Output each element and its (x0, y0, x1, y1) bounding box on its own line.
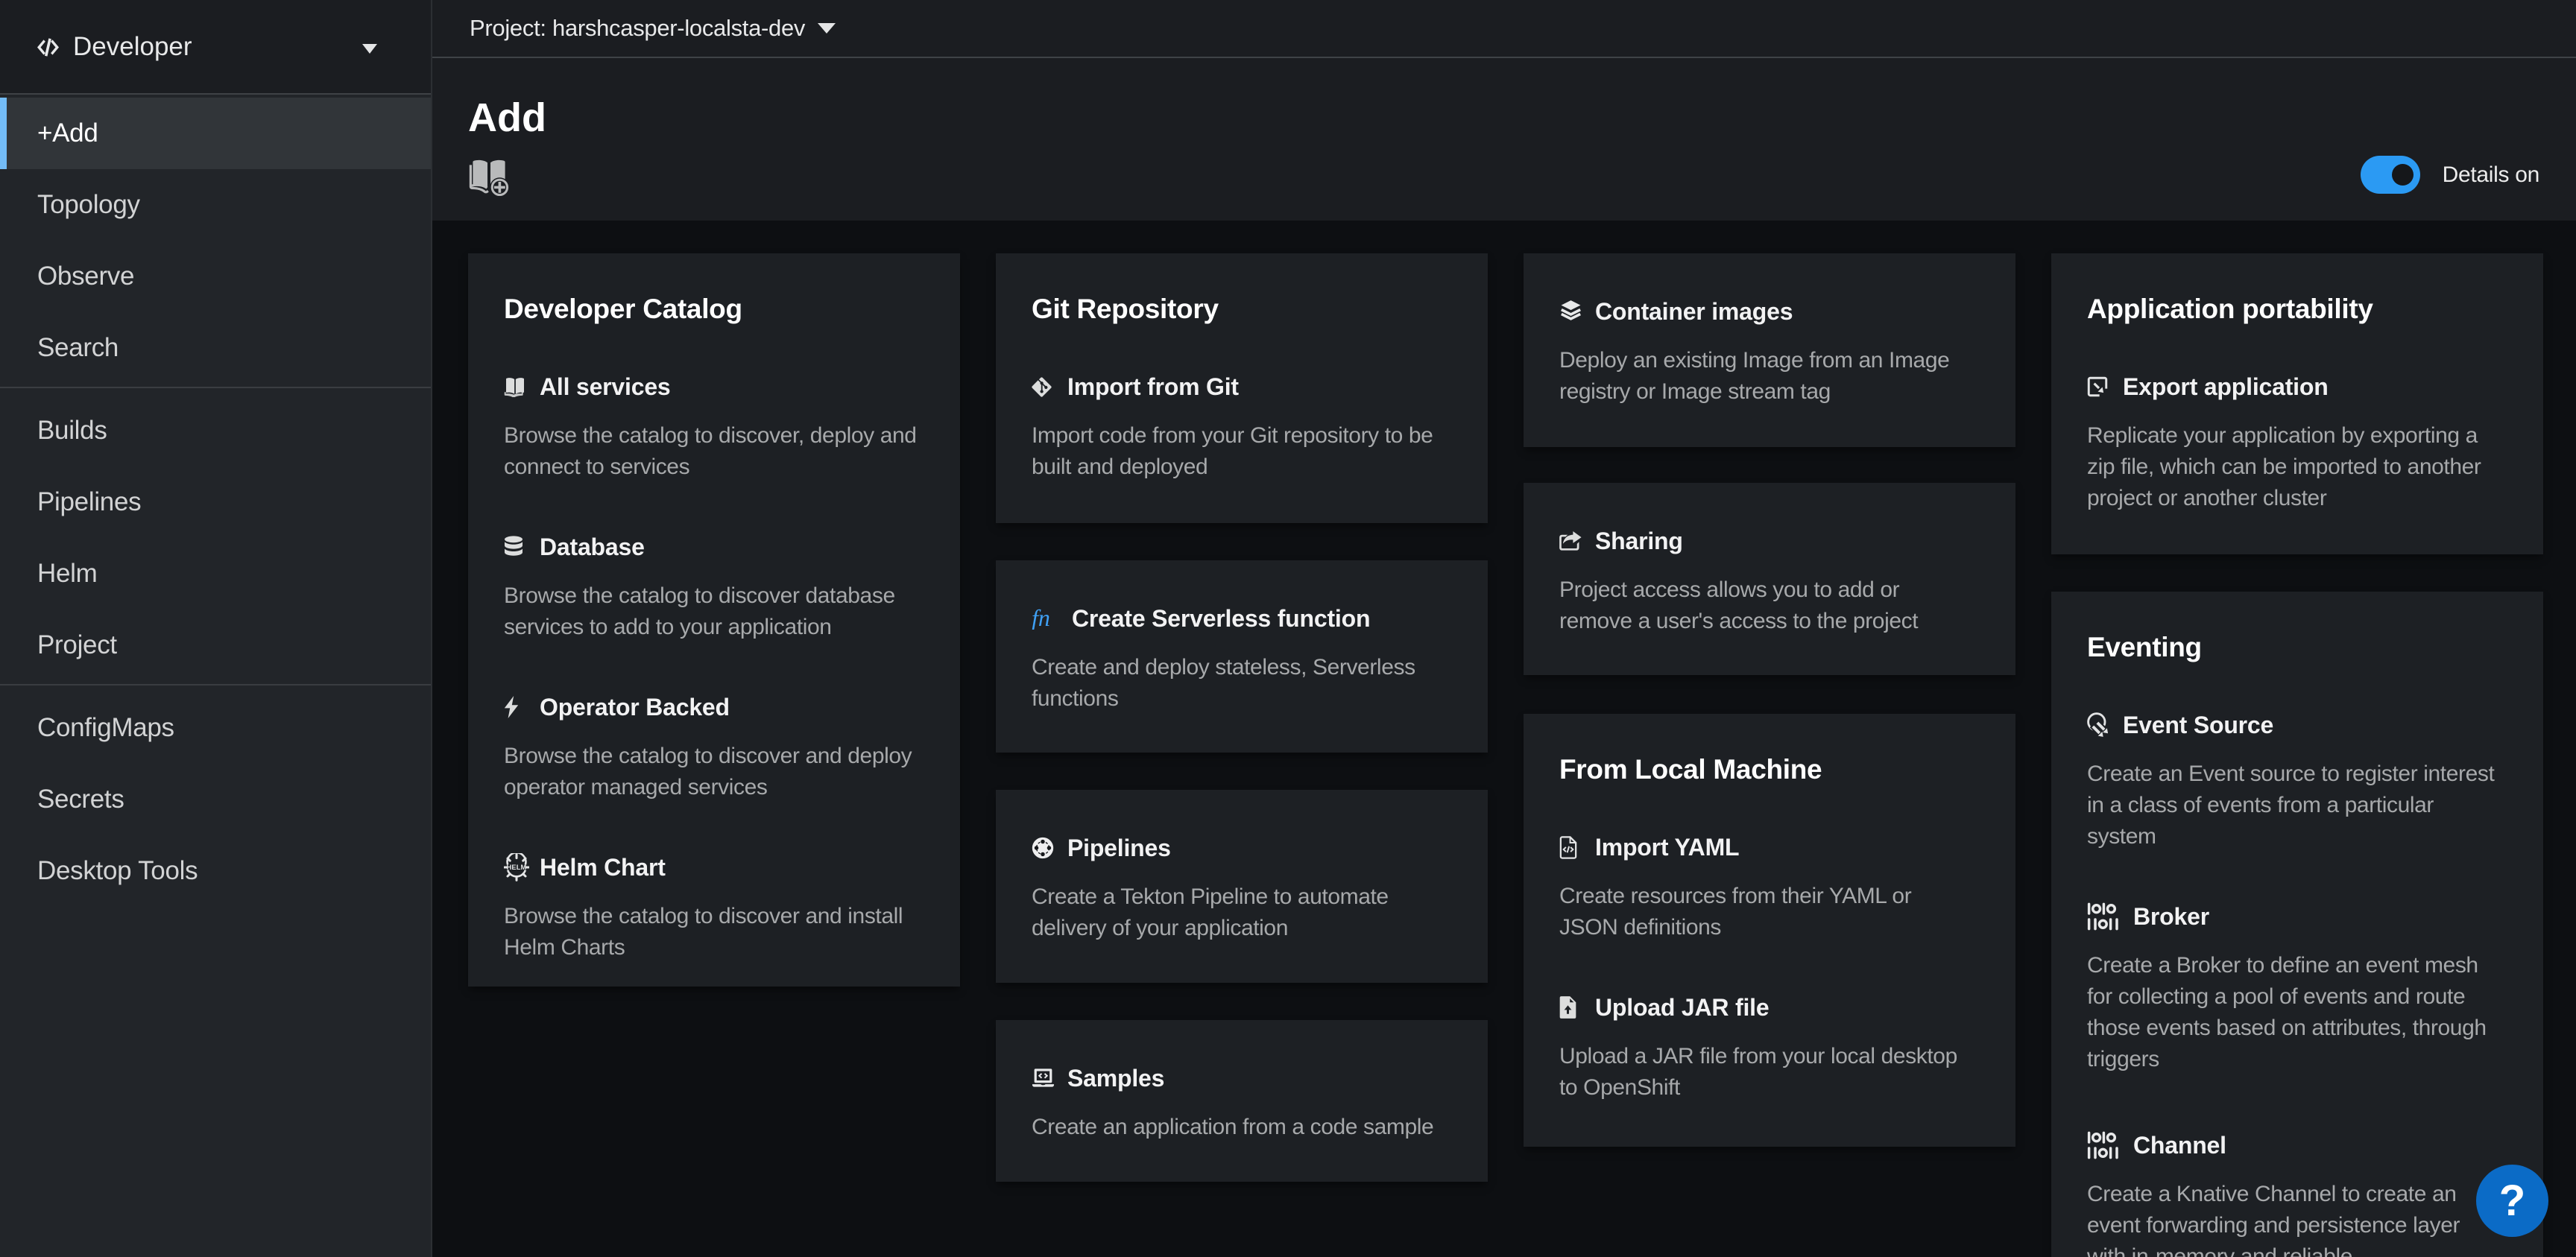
svg-text:HELM: HELM (507, 864, 527, 871)
svg-text:fn: fn (1032, 607, 1050, 630)
